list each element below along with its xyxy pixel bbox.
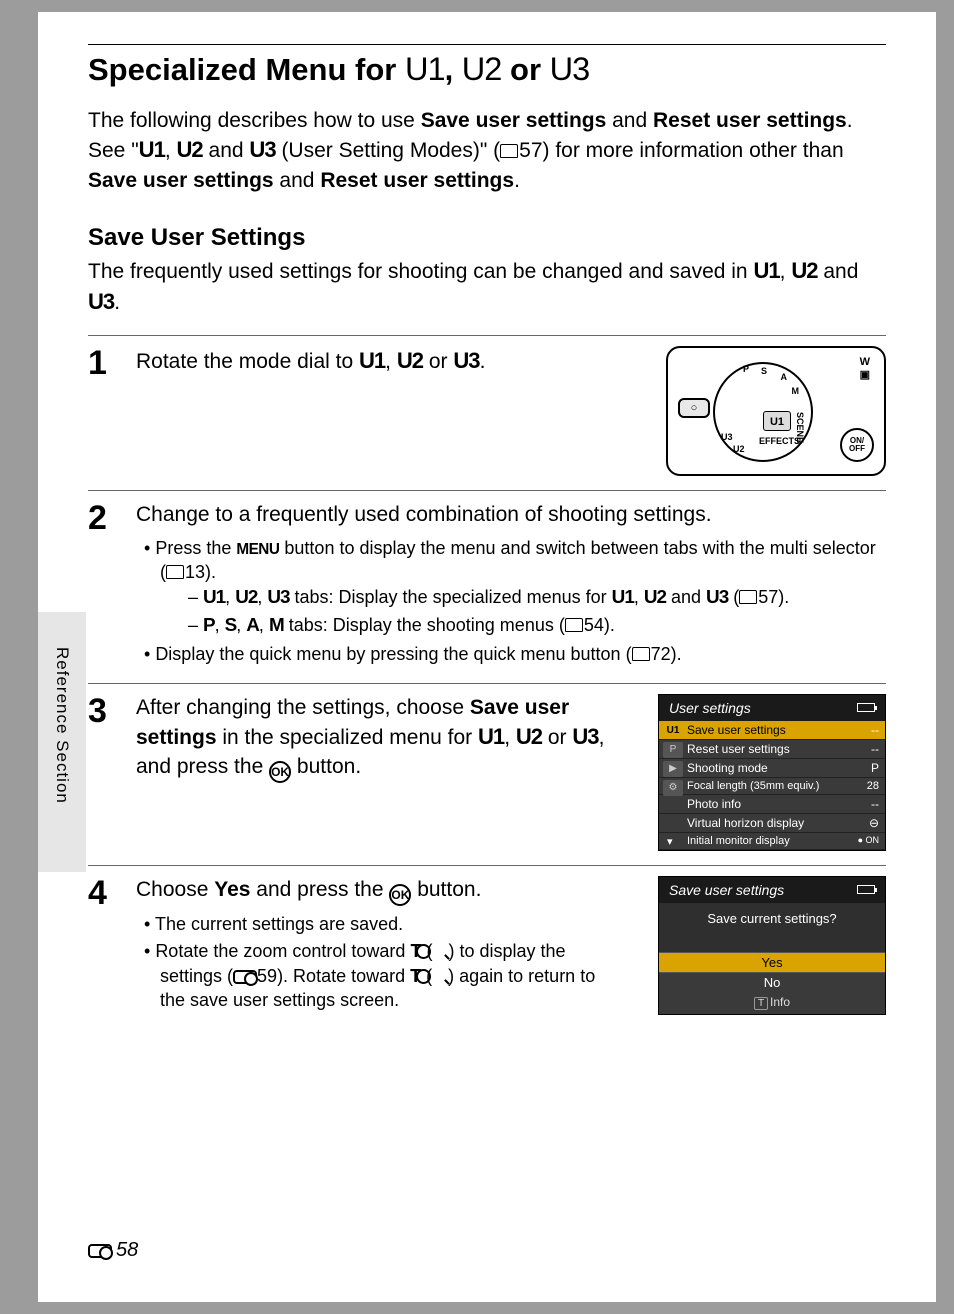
intro-paragraph: The following describes how to use Save … [88, 106, 886, 196]
lcd-row: ▾ Initial monitor display● ON [659, 833, 885, 850]
bullet: Display the quick menu by pressing the q… [144, 642, 886, 666]
lcd-title: Save user settings [659, 877, 885, 903]
step-4: 4 Choose Yes and press the OK button. Th… [88, 865, 886, 1015]
dial-label-a: A [781, 372, 788, 382]
step-3: 3 After changing the settings, choose Sa… [88, 683, 886, 851]
rule [88, 44, 886, 45]
dial-selected: U1 [763, 411, 791, 431]
reference-section-icon [88, 1244, 112, 1258]
dial-label-s: S [761, 366, 767, 376]
lcd-row: Photo info-- [659, 795, 885, 814]
lcd-option-no: No [659, 972, 885, 992]
step-number: 3 [88, 694, 118, 851]
section-heading: Save User Settings [88, 224, 886, 252]
dial-label-effects: EFFECTS [759, 436, 800, 446]
page-number: 58 [88, 1239, 138, 1262]
mode-dial-illustration: EFFECTS SCENE U2 U3 P S A M U1 ○ ON/ OFF… [666, 346, 886, 476]
lcd-prompt: Save current settings? [659, 903, 885, 952]
onoff-button: ON/ OFF [840, 428, 874, 462]
bullet: The current settings are saved. [144, 912, 624, 936]
page-title: Specialized Menu for U1, U2 or U3 [88, 51, 886, 88]
book-icon [166, 562, 185, 582]
title-text: Specialized Menu for [88, 52, 405, 87]
lcd-user-settings: User settings U1 Save user settings-- P … [658, 694, 886, 851]
menu-button-label: MENU [236, 541, 279, 558]
lcd-row: ⚙ Focal length (35mm equiv.)28 [659, 778, 885, 795]
step-2: 2 Change to a frequently used combinatio… [88, 490, 886, 669]
step-1: 1 Rotate the mode dial to U1, U2 or U3. … [88, 335, 886, 476]
dial-label-u3: U3 [721, 432, 733, 442]
mode-u2: U2 [462, 51, 502, 87]
manual-page: Reference Section Specialized Menu for U… [38, 12, 936, 1302]
lcd-footer: TInfo [659, 992, 885, 1012]
lcd-tab: U1 [663, 723, 683, 739]
lcd-tab: P [663, 742, 683, 758]
battery-icon [857, 703, 875, 712]
step-body: Rotate the mode dial to U1, U2 or U3. [136, 346, 632, 476]
step-number: 1 [88, 346, 118, 476]
lcd-row: ▶ Shooting modeP [659, 759, 885, 778]
dial-label-p: P [743, 364, 749, 374]
lcd-tab: ▶ [663, 761, 683, 777]
dial-indicator: ○ [678, 398, 710, 418]
dial-label-m: M [792, 386, 800, 396]
battery-icon [857, 885, 875, 894]
step-body: After changing the settings, choose Save… [136, 694, 624, 851]
lcd-save-confirm: Save user settings Save current settings… [658, 876, 886, 1015]
ok-button-icon: OK [389, 884, 411, 906]
zoom-w-label: W▣ [860, 356, 870, 381]
reference-icon [233, 970, 257, 984]
lcd-row: Virtual horizon display⊖ [659, 814, 885, 833]
step-body: Choose Yes and press the OK button. The … [136, 876, 624, 1015]
mode-u1: U1 [405, 51, 445, 87]
dial-label-scene: SCENE [795, 412, 805, 443]
bullet: Rotate the zoom control toward T () to d… [144, 939, 624, 1012]
side-label: Reference Section [52, 647, 72, 804]
book-icon [739, 587, 758, 607]
book-icon [565, 615, 584, 635]
step-number: 2 [88, 501, 118, 669]
magnify-icon [432, 941, 448, 957]
sub-bullet: U1, U2, U3 tabs: Display the specialized… [188, 585, 886, 611]
lcd-row: P Reset user settings-- [659, 740, 885, 759]
magnify-icon [432, 966, 448, 982]
lcd-title: User settings [659, 695, 885, 721]
step-body: Change to a frequently used combination … [136, 501, 886, 669]
lcd-row: U1 Save user settings-- [659, 721, 885, 740]
ok-button-icon: OK [269, 761, 291, 783]
sub-bullet: P, S, A, M tabs: Display the shooting me… [188, 613, 886, 639]
section-intro: The frequently used settings for shootin… [88, 256, 886, 318]
lcd-tab: ⚙ [663, 780, 683, 796]
step-number: 4 [88, 876, 118, 1015]
bullet: Press the MENU button to display the men… [144, 536, 886, 639]
book-icon [500, 139, 519, 162]
dial-label-u2: U2 [733, 444, 745, 454]
mode-u3: U3 [550, 51, 590, 87]
book-icon [632, 644, 651, 664]
lcd-option-yes: Yes [659, 952, 885, 972]
